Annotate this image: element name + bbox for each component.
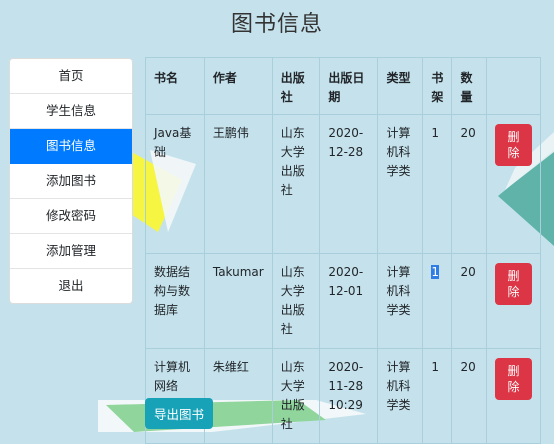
cell-author: 朱维红	[203, 348, 273, 444]
page-title: 图书信息	[230, 12, 323, 37]
header-count: 数量	[451, 57, 488, 115]
sidebar-item-change-password[interactable]: 修改密码	[10, 199, 132, 234]
cell-publisher: 山东大学出版社	[271, 253, 321, 349]
cell-author: 王鹏伟	[203, 114, 273, 254]
cell-author: Takumar	[203, 253, 273, 349]
cell-shelf: 1	[422, 253, 453, 349]
header-publisher: 出版社	[271, 57, 321, 115]
header-author: 作者	[203, 57, 273, 115]
cell-date: 2020-11-28 10:29	[319, 348, 379, 444]
cell-title: 数据结构与数据库	[145, 253, 205, 349]
cell-title: Java基础	[145, 114, 205, 254]
cell-count: 20	[451, 114, 488, 254]
cell-publisher: 山东大学出版社	[271, 114, 321, 254]
cell-action: 删除	[486, 348, 541, 444]
cell-shelf: 1	[422, 348, 453, 444]
table-row: Java基础 王鹏伟 山东大学出版社 2020-12-28 计算机科学类 1 2…	[145, 114, 541, 254]
header-title: 书名	[145, 57, 205, 115]
sidebar-item-add-admin[interactable]: 添加管理	[10, 234, 132, 269]
header-date: 出版日期	[319, 57, 379, 115]
cell-title: 计算机网络	[145, 348, 205, 444]
table-header-row: 书名 作者 出版社 出版日期 类型 书架 数量	[145, 57, 541, 115]
header-shelf: 书架	[422, 57, 453, 115]
cell-publisher: 山东大学出版社	[271, 348, 321, 444]
cell-date: 2020-12-01	[319, 253, 379, 349]
books-table: 书名 作者 出版社 出版日期 类型 书架 数量 Java基础 王鹏伟 山东大学出…	[145, 57, 541, 444]
cell-action: 删除	[486, 253, 541, 349]
sidebar-item-add-book[interactable]: 添加图书	[10, 164, 132, 199]
table-row: 数据结构与数据库 Takumar 山东大学出版社 2020-12-01 计算机科…	[145, 253, 541, 349]
export-books-button[interactable]: 导出图书	[145, 398, 214, 429]
header-action	[486, 57, 541, 115]
sidebar-nav: 首页 学生信息 图书信息 添加图书 修改密码 添加管理 退出	[9, 58, 133, 304]
header-type: 类型	[377, 57, 424, 115]
cell-count: 20	[451, 348, 488, 444]
sidebar-item-students[interactable]: 学生信息	[10, 94, 132, 129]
cell-type: 计算机科学类	[377, 348, 424, 444]
sidebar-item-books[interactable]: 图书信息	[10, 129, 132, 164]
delete-button[interactable]: 删除	[495, 358, 532, 400]
cell-type: 计算机科学类	[377, 253, 424, 349]
cell-shelf: 1	[422, 114, 453, 254]
cell-date: 2020-12-28	[319, 114, 379, 254]
delete-button[interactable]: 删除	[495, 263, 532, 305]
cell-type: 计算机科学类	[377, 114, 424, 254]
cell-count: 20	[451, 253, 488, 349]
selected-text: 1	[431, 265, 440, 279]
sidebar-item-logout[interactable]: 退出	[10, 269, 132, 303]
cell-action: 删除	[486, 114, 541, 254]
delete-button[interactable]: 删除	[495, 124, 532, 166]
sidebar-item-home[interactable]: 首页	[10, 59, 132, 94]
table-row: 计算机网络 朱维红 山东大学出版社 2020-11-28 10:29 计算机科学…	[145, 348, 541, 444]
